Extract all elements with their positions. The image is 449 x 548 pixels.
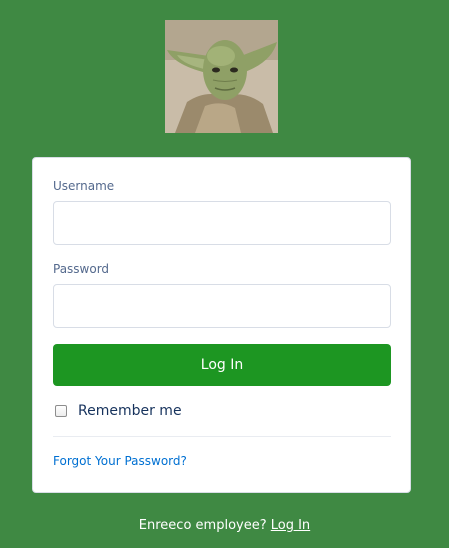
remember-me-label[interactable]: Remember me bbox=[78, 403, 182, 419]
remember-me-row[interactable]: Remember me bbox=[55, 401, 182, 421]
footer-login-link[interactable]: Log In bbox=[271, 518, 310, 533]
username-label: Username bbox=[53, 179, 115, 193]
footer-prompt: Enreeco employee? bbox=[138, 518, 267, 533]
yoda-portrait-icon bbox=[165, 20, 278, 133]
password-input[interactable] bbox=[53, 284, 391, 328]
footer: Enreeco employee? Log In bbox=[0, 518, 449, 533]
forgot-password-link[interactable]: Forgot Your Password? bbox=[53, 454, 187, 468]
remember-me-checkbox[interactable] bbox=[55, 405, 67, 417]
password-label: Password bbox=[53, 262, 110, 276]
login-button[interactable]: Log In bbox=[53, 344, 391, 386]
divider bbox=[53, 436, 391, 437]
logo-image bbox=[165, 20, 278, 133]
username-input[interactable] bbox=[53, 201, 391, 245]
login-card: Username Password Log In Remember me For… bbox=[32, 157, 411, 493]
